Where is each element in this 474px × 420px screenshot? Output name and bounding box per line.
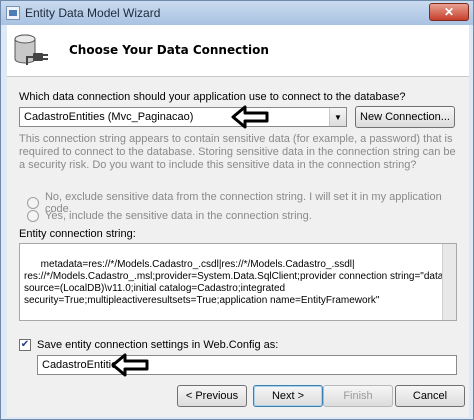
left-arrow-annotation-icon <box>231 105 269 129</box>
radio-button-include[interactable] <box>27 210 39 222</box>
finish-button[interactable]: Finish <box>323 385 393 407</box>
wizard-window: Entity Data Model Wizard ✕ Choose Your D… <box>0 0 474 420</box>
radio-button-exclude[interactable] <box>27 197 39 209</box>
wizard-header: Choose Your Data Connection <box>7 25 469 77</box>
new-connection-button[interactable]: New Connection... <box>355 106 455 128</box>
wizard-panel: Choose Your Data Connection Which data c… <box>7 25 469 417</box>
cancel-button[interactable]: Cancel <box>395 385 465 407</box>
radio-include-label: Yes, include the sensitive data in the c… <box>45 210 312 222</box>
connection-question-label: Which data connection should your applic… <box>19 91 406 103</box>
entity-connection-string-textbox[interactable]: metadata=res://*/Models.Cadastro_.csdl|r… <box>19 243 457 321</box>
data-connection-dropdown[interactable]: CadastroEntities (Mvc_Paginacao) ▼ <box>19 107 347 127</box>
window-title: Entity Data Model Wizard <box>25 6 161 20</box>
vertical-scrollbar[interactable] <box>442 244 456 320</box>
entity-connection-string-value: metadata=res://*/Models.Cadastro_.csdl|r… <box>24 259 444 306</box>
sensitive-data-notice: This connection string appears to contai… <box>19 133 456 171</box>
app-icon <box>6 6 20 20</box>
save-settings-label: Save entity connection settings in Web.C… <box>37 339 279 351</box>
data-connection-selected: CadastroEntities (Mvc_Paginacao) <box>24 111 194 123</box>
chevron-down-icon[interactable]: ▼ <box>329 108 346 126</box>
page-title: Choose Your Data Connection <box>69 43 269 57</box>
connection-name-input[interactable]: CadastroEntities <box>37 355 457 375</box>
previous-button[interactable]: < Previous <box>177 385 247 407</box>
entity-connection-string-label: Entity connection string: <box>19 228 136 240</box>
database-connection-icon <box>14 34 48 65</box>
save-settings-row[interactable]: ✔ Save entity connection settings in Web… <box>19 339 278 351</box>
title-bar[interactable]: Entity Data Model Wizard ✕ <box>1 1 473 25</box>
save-settings-checkbox[interactable]: ✔ <box>19 339 31 351</box>
next-button[interactable]: Next > <box>253 385 323 407</box>
close-button[interactable]: ✕ <box>429 3 469 21</box>
left-arrow-annotation-icon <box>111 353 149 377</box>
radio-include-sensitive[interactable]: Yes, include the sensitive data in the c… <box>27 210 312 222</box>
